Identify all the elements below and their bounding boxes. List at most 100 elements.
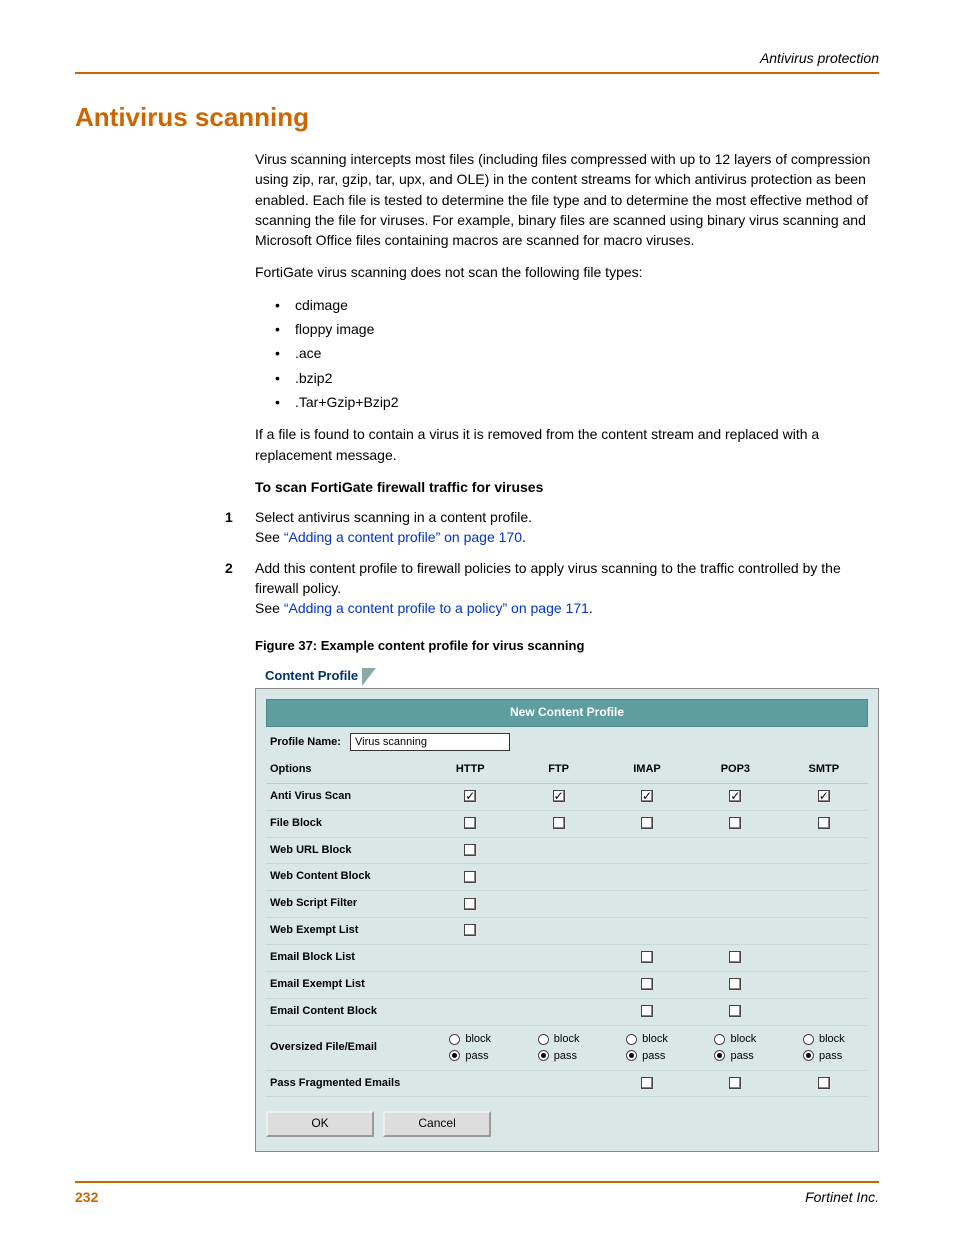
- step-text: Add this content profile to firewall pol…: [255, 560, 841, 596]
- option-cell: [780, 918, 868, 945]
- checkbox[interactable]: [729, 1005, 741, 1017]
- option-cell: [426, 837, 514, 864]
- radio-pass[interactable]: [803, 1050, 814, 1061]
- step-text: Select antivirus scanning in a content p…: [255, 509, 532, 525]
- checkbox[interactable]: [729, 978, 741, 990]
- footer-company: Fortinet Inc.: [805, 1189, 879, 1205]
- header-rule: [75, 72, 879, 74]
- radio-block[interactable]: [538, 1034, 549, 1045]
- option-cell: block pass: [514, 1026, 602, 1070]
- col-header: IMAP: [603, 757, 691, 783]
- radio-pass[interactable]: [449, 1050, 460, 1061]
- option-cell: [603, 891, 691, 918]
- checkbox[interactable]: [818, 1077, 830, 1089]
- radio-pass[interactable]: [626, 1050, 637, 1061]
- table-row: Oversized File/Email block pass block pa…: [266, 1026, 868, 1070]
- radio-label: block: [639, 1033, 668, 1045]
- option-cell: [603, 918, 691, 945]
- profile-name-label: Profile Name:: [270, 736, 341, 748]
- radio-label: block: [727, 1033, 756, 1045]
- checkbox[interactable]: [553, 790, 565, 802]
- option-label: Email Block List: [266, 945, 426, 972]
- radio-block[interactable]: [449, 1034, 460, 1045]
- table-header-row: Options HTTP FTP IMAP POP3 SMTP: [266, 757, 868, 783]
- option-cell: [691, 1070, 779, 1097]
- option-label: Pass Fragmented Emails: [266, 1070, 426, 1097]
- cross-ref-link[interactable]: “Adding a content profile to a policy” o…: [284, 600, 589, 616]
- option-cell: [514, 1070, 602, 1097]
- tab-corner-icon: [362, 668, 376, 686]
- cross-ref-link[interactable]: “Adding a content profile” on page 170: [284, 529, 522, 545]
- checkbox[interactable]: [641, 817, 653, 829]
- option-cell: [514, 891, 602, 918]
- option-cell: [514, 972, 602, 999]
- checkbox[interactable]: [641, 1077, 653, 1089]
- paragraph: FortiGate virus scanning does not scan t…: [255, 262, 879, 282]
- page-header-right: Antivirus protection: [75, 50, 879, 72]
- table-row: Anti Virus Scan: [266, 783, 868, 810]
- checkbox[interactable]: [464, 790, 476, 802]
- radio-label: block: [551, 1033, 580, 1045]
- radio-pass[interactable]: [538, 1050, 549, 1061]
- option-cell: [426, 783, 514, 810]
- table-row: Web URL Block: [266, 837, 868, 864]
- radio-group: block pass: [538, 1031, 580, 1064]
- profile-name-input[interactable]: [350, 733, 510, 751]
- checkbox[interactable]: [729, 951, 741, 963]
- checkbox[interactable]: [729, 817, 741, 829]
- table-row: File Block: [266, 810, 868, 837]
- checkbox[interactable]: [641, 790, 653, 802]
- checkbox[interactable]: [553, 817, 565, 829]
- option-cell: [514, 783, 602, 810]
- option-cell: [426, 918, 514, 945]
- checkbox[interactable]: [464, 898, 476, 910]
- option-cell: [691, 945, 779, 972]
- content-profile-tab: Content Profile: [255, 665, 879, 686]
- see-text: See: [255, 600, 284, 616]
- radio-pass[interactable]: [714, 1050, 725, 1061]
- option-cell: [603, 864, 691, 891]
- option-cell: [780, 1070, 868, 1097]
- option-cell: [514, 864, 602, 891]
- see-text: See: [255, 529, 284, 545]
- checkbox[interactable]: [818, 790, 830, 802]
- checkbox[interactable]: [464, 844, 476, 856]
- cancel-button[interactable]: Cancel: [383, 1111, 491, 1136]
- table-row: Email Exempt List: [266, 972, 868, 999]
- option-cell: [780, 810, 868, 837]
- checkbox[interactable]: [729, 1077, 741, 1089]
- option-cell: block pass: [426, 1026, 514, 1070]
- option-cell: [780, 864, 868, 891]
- radio-block[interactable]: [714, 1034, 725, 1045]
- ok-button[interactable]: OK: [266, 1111, 374, 1136]
- period: .: [522, 529, 526, 545]
- checkbox[interactable]: [641, 978, 653, 990]
- checkbox[interactable]: [641, 951, 653, 963]
- option-label: Web URL Block: [266, 837, 426, 864]
- checkbox[interactable]: [641, 1005, 653, 1017]
- radio-block[interactable]: [626, 1034, 637, 1045]
- radio-group: block pass: [626, 1031, 668, 1064]
- radio-block[interactable]: [803, 1034, 814, 1045]
- checkbox[interactable]: [818, 817, 830, 829]
- option-cell: [426, 1070, 514, 1097]
- list-item: floppy image: [275, 319, 879, 339]
- list-item: .ace: [275, 343, 879, 363]
- radio-label: pass: [551, 1050, 577, 1062]
- list-item: .Tar+Gzip+Bzip2: [275, 392, 879, 412]
- checkbox[interactable]: [729, 790, 741, 802]
- figure-caption: Figure 37: Example content profile for v…: [255, 637, 879, 656]
- option-cell: [514, 999, 602, 1026]
- option-cell: [691, 891, 779, 918]
- checkbox[interactable]: [464, 817, 476, 829]
- checkbox[interactable]: [464, 924, 476, 936]
- col-header: HTTP: [426, 757, 514, 783]
- col-header: Options: [266, 757, 426, 783]
- radio-label: pass: [816, 1050, 842, 1062]
- step-number: 2: [225, 558, 255, 619]
- option-label: Email Content Block: [266, 999, 426, 1026]
- option-cell: [691, 972, 779, 999]
- option-label: Web Content Block: [266, 864, 426, 891]
- page-number: 232: [75, 1189, 98, 1205]
- checkbox[interactable]: [464, 871, 476, 883]
